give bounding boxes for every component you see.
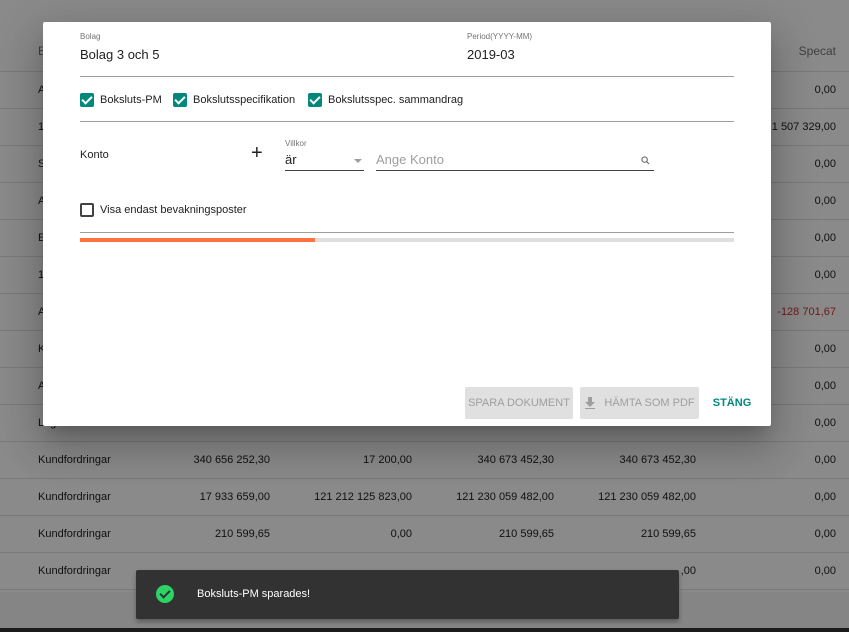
villkor-select[interactable]: är — [285, 152, 297, 167]
check-circle-icon — [156, 585, 174, 603]
period-field[interactable]: 2019-03 — [467, 47, 515, 62]
close-label: STÄNG — [712, 397, 752, 409]
period-label: Period(YYYY-MM) — [467, 32, 533, 41]
plus-icon[interactable]: + — [251, 143, 263, 163]
checkbox-bokslutsspecifikation[interactable] — [173, 93, 187, 107]
villkor-label: Villkor — [285, 139, 307, 148]
checkbox-label-bokslutsspec-sammandrag: Bokslutsspec. sammandrag — [328, 94, 464, 106]
save-document-label: SPARA DOKUMENT — [468, 397, 570, 409]
download-pdf-label: HÄMTA SOM PDF — [604, 397, 695, 409]
konto-label: Konto — [80, 149, 109, 161]
divider — [80, 76, 734, 77]
konto-underline — [376, 170, 654, 171]
save-document-button[interactable]: SPARA DOKUMENT — [465, 387, 573, 419]
checkbox-label-boksluts-pm: Boksluts-PM — [100, 94, 162, 106]
progress-fill — [80, 238, 316, 242]
progress-bar — [80, 238, 734, 242]
search-icon[interactable] — [641, 156, 650, 165]
download-pdf-button[interactable]: HÄMTA SOM PDF — [580, 387, 699, 419]
checkbox-bokslutsspec-sammandrag[interactable] — [308, 93, 322, 107]
close-button[interactable]: STÄNG — [707, 387, 757, 419]
divider — [80, 232, 734, 233]
bolag-field[interactable]: Bolag 3 och 5 — [80, 47, 160, 62]
checkbox-bevakningsposter[interactable] — [80, 203, 94, 217]
konto-search-input[interactable]: Ange Konto — [376, 152, 444, 167]
snackbar-message: Boksluts-PM sparades! — [197, 588, 311, 600]
bolag-label: Bolag — [80, 32, 101, 41]
checkbox-boksluts-pm[interactable] — [80, 93, 94, 107]
print-dialog: Bolag Bolag 3 och 5 Period(YYYY-MM) 2019… — [43, 22, 771, 426]
snackbar: Boksluts-PM sparades! — [136, 570, 679, 619]
divider — [80, 121, 734, 122]
villkor-underline — [285, 170, 364, 171]
checkbox-label-bokslutsspecifikation: Bokslutsspecifikation — [193, 94, 296, 106]
download-icon — [585, 397, 596, 409]
dropdown-arrow-icon[interactable] — [354, 159, 362, 163]
checkbox-label-bevakningsposter: Visa endast bevakningsposter — [100, 204, 247, 216]
